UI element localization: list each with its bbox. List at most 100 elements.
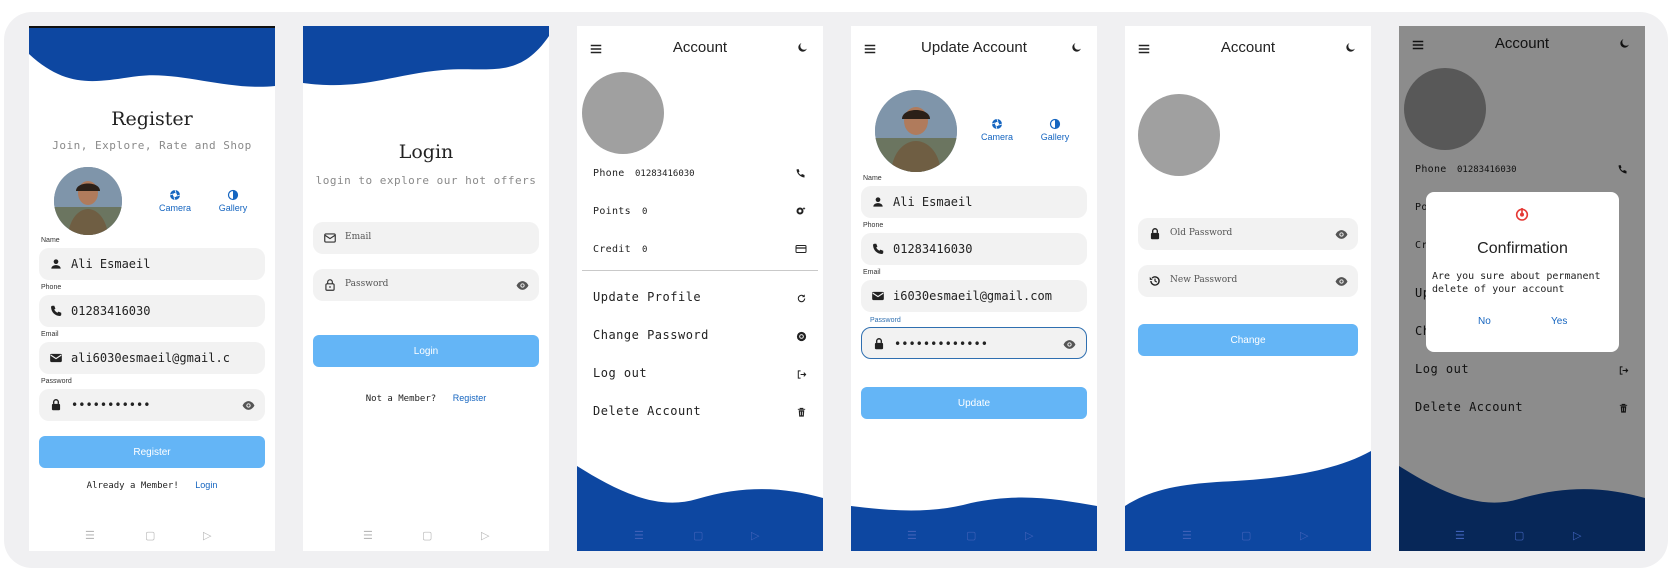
square-icon[interactable]: ▢ [1241, 529, 1251, 542]
menu-lines-icon[interactable]: ☰ [1455, 529, 1465, 542]
page-title: Account [1220, 39, 1276, 56]
moon-icon[interactable] [1070, 41, 1083, 54]
system-nav-bar: ☰ ▢ ▷ [851, 529, 1097, 543]
email-field[interactable]: Email [313, 222, 539, 254]
avatar[interactable] [875, 90, 957, 172]
square-icon[interactable]: ▢ [1514, 529, 1524, 542]
password-field[interactable]: Password ••••••••••• [39, 378, 265, 421]
name-field[interactable]: Name Ali Esmaeil [39, 237, 265, 280]
email-field[interactable]: Email ali6030esmaeil@gmail.c [39, 331, 265, 374]
history-icon [1148, 274, 1162, 288]
phone-field[interactable]: Phone 01283416030 [39, 284, 265, 327]
triangle-icon[interactable]: ▷ [1300, 529, 1308, 542]
password-label: Password [41, 378, 72, 385]
points-value: 0 [642, 207, 648, 217]
trash-icon [796, 407, 807, 418]
register-button[interactable]: Register [39, 436, 265, 468]
account-screen: Account Phone 01283416030 Points 0 Credi… [577, 26, 823, 551]
phone-label: Phone [863, 222, 884, 229]
triangle-icon[interactable]: ▷ [203, 529, 211, 542]
logout-item[interactable]: Log out [593, 366, 807, 386]
system-nav-bar: ☰ ▢ ▷ [303, 529, 549, 543]
phone-value: 01283416030 [893, 242, 973, 256]
page-title: Login [398, 141, 454, 163]
password-field[interactable]: Password ••••••••••••• [861, 317, 1087, 359]
square-icon[interactable]: ▢ [422, 529, 432, 542]
eye-icon[interactable] [1335, 275, 1348, 288]
login-screen: Login login to explore our hot offers Em… [303, 26, 549, 551]
gallery-button[interactable]: Gallery [1035, 118, 1075, 142]
camera-label: Camera [980, 132, 1013, 142]
register-link[interactable]: Register [453, 393, 487, 403]
menu-lines-icon[interactable]: ☰ [907, 529, 917, 542]
gallery-button[interactable]: Gallery [213, 189, 253, 213]
eye-icon[interactable] [1335, 228, 1348, 241]
credit-label: Credit [593, 244, 631, 255]
menu-lines-icon[interactable]: ☰ [85, 529, 95, 542]
login-button[interactable]: Login [313, 335, 539, 367]
avatar[interactable] [1138, 94, 1220, 176]
triangle-icon[interactable]: ▷ [1025, 529, 1033, 542]
points-row: Points 0 [593, 204, 807, 222]
yes-button[interactable]: Yes [1551, 316, 1567, 327]
person-icon [871, 195, 885, 209]
email-field[interactable]: Email i6030esmaeil@gmail.com [861, 269, 1087, 312]
page-title: Register [111, 108, 193, 130]
update-button[interactable]: Update [861, 387, 1087, 419]
logout-label: Log out [593, 366, 648, 380]
phone-icon [871, 242, 885, 256]
avatar[interactable] [54, 167, 122, 235]
new-password-field[interactable]: New Password [1138, 265, 1358, 297]
change-password-item[interactable]: Change Password [593, 328, 807, 348]
moon-icon[interactable] [796, 41, 809, 54]
email-value: ali6030esmaeil@gmail.c [71, 351, 230, 365]
dialog-title: Confirmation [1477, 240, 1568, 257]
login-link[interactable]: Login [195, 480, 217, 490]
change-button[interactable]: Change [1138, 324, 1358, 356]
change-password-label: Change Password [593, 328, 709, 342]
email-value: i6030esmaeil@gmail.com [893, 289, 1052, 303]
name-label: Name [863, 175, 882, 182]
lock-icon [49, 398, 63, 412]
password-field[interactable]: Password [313, 269, 539, 301]
menu-lines-icon[interactable]: ☰ [1182, 529, 1192, 542]
camera-button[interactable]: Camera [977, 118, 1017, 142]
menu-lines-icon[interactable]: ☰ [634, 529, 644, 542]
camera-button[interactable]: Camera [155, 189, 195, 213]
eye-icon[interactable] [1063, 338, 1076, 351]
update-profile-label: Update Profile [593, 290, 702, 304]
delete-account-item[interactable]: Delete Account [593, 404, 807, 424]
square-icon[interactable]: ▢ [693, 529, 703, 542]
phone-value: 01283416030 [71, 304, 151, 318]
old-password-field[interactable]: Old Password [1138, 218, 1358, 250]
eye-icon[interactable] [242, 399, 255, 412]
avatar[interactable] [582, 72, 664, 154]
menu-lines-icon[interactable]: ☰ [363, 529, 373, 542]
phone-label: Phone [593, 168, 625, 179]
square-icon[interactable]: ▢ [145, 529, 155, 542]
triangle-icon[interactable]: ▷ [1573, 529, 1581, 542]
register-screen: Register Join, Explore, Rate and Shop Ca… [29, 26, 275, 551]
no-button[interactable]: No [1478, 316, 1491, 327]
name-field[interactable]: Name Ali Esmaeil [861, 175, 1087, 218]
footer-text: Not a Member? [365, 394, 437, 404]
square-icon[interactable]: ▢ [966, 529, 976, 542]
triangle-icon[interactable]: ▷ [751, 529, 759, 542]
delete-confirmation-screen: Account Phone 01283416030 Po Cr Up Ch Lo… [1399, 26, 1645, 551]
lock-icon [1148, 227, 1162, 241]
call-icon[interactable] [795, 167, 807, 179]
register-prompt: Not a Member? Register [303, 393, 549, 404]
logout-icon [796, 369, 807, 380]
lock-outline-icon [323, 278, 337, 292]
page-subtitle: login to explore our hot offers [315, 174, 537, 187]
phone-icon [49, 304, 63, 318]
points-label: Points [593, 206, 631, 217]
top-wave-decoration [29, 26, 275, 87]
update-profile-item[interactable]: Update Profile [593, 290, 807, 310]
person-icon [49, 257, 63, 271]
phone-field[interactable]: Phone 01283416030 [861, 222, 1087, 265]
eye-icon[interactable] [516, 279, 529, 292]
triangle-icon[interactable]: ▷ [481, 529, 489, 542]
moon-icon[interactable] [1344, 41, 1357, 54]
new-password-placeholder: New Password [1170, 275, 1238, 285]
